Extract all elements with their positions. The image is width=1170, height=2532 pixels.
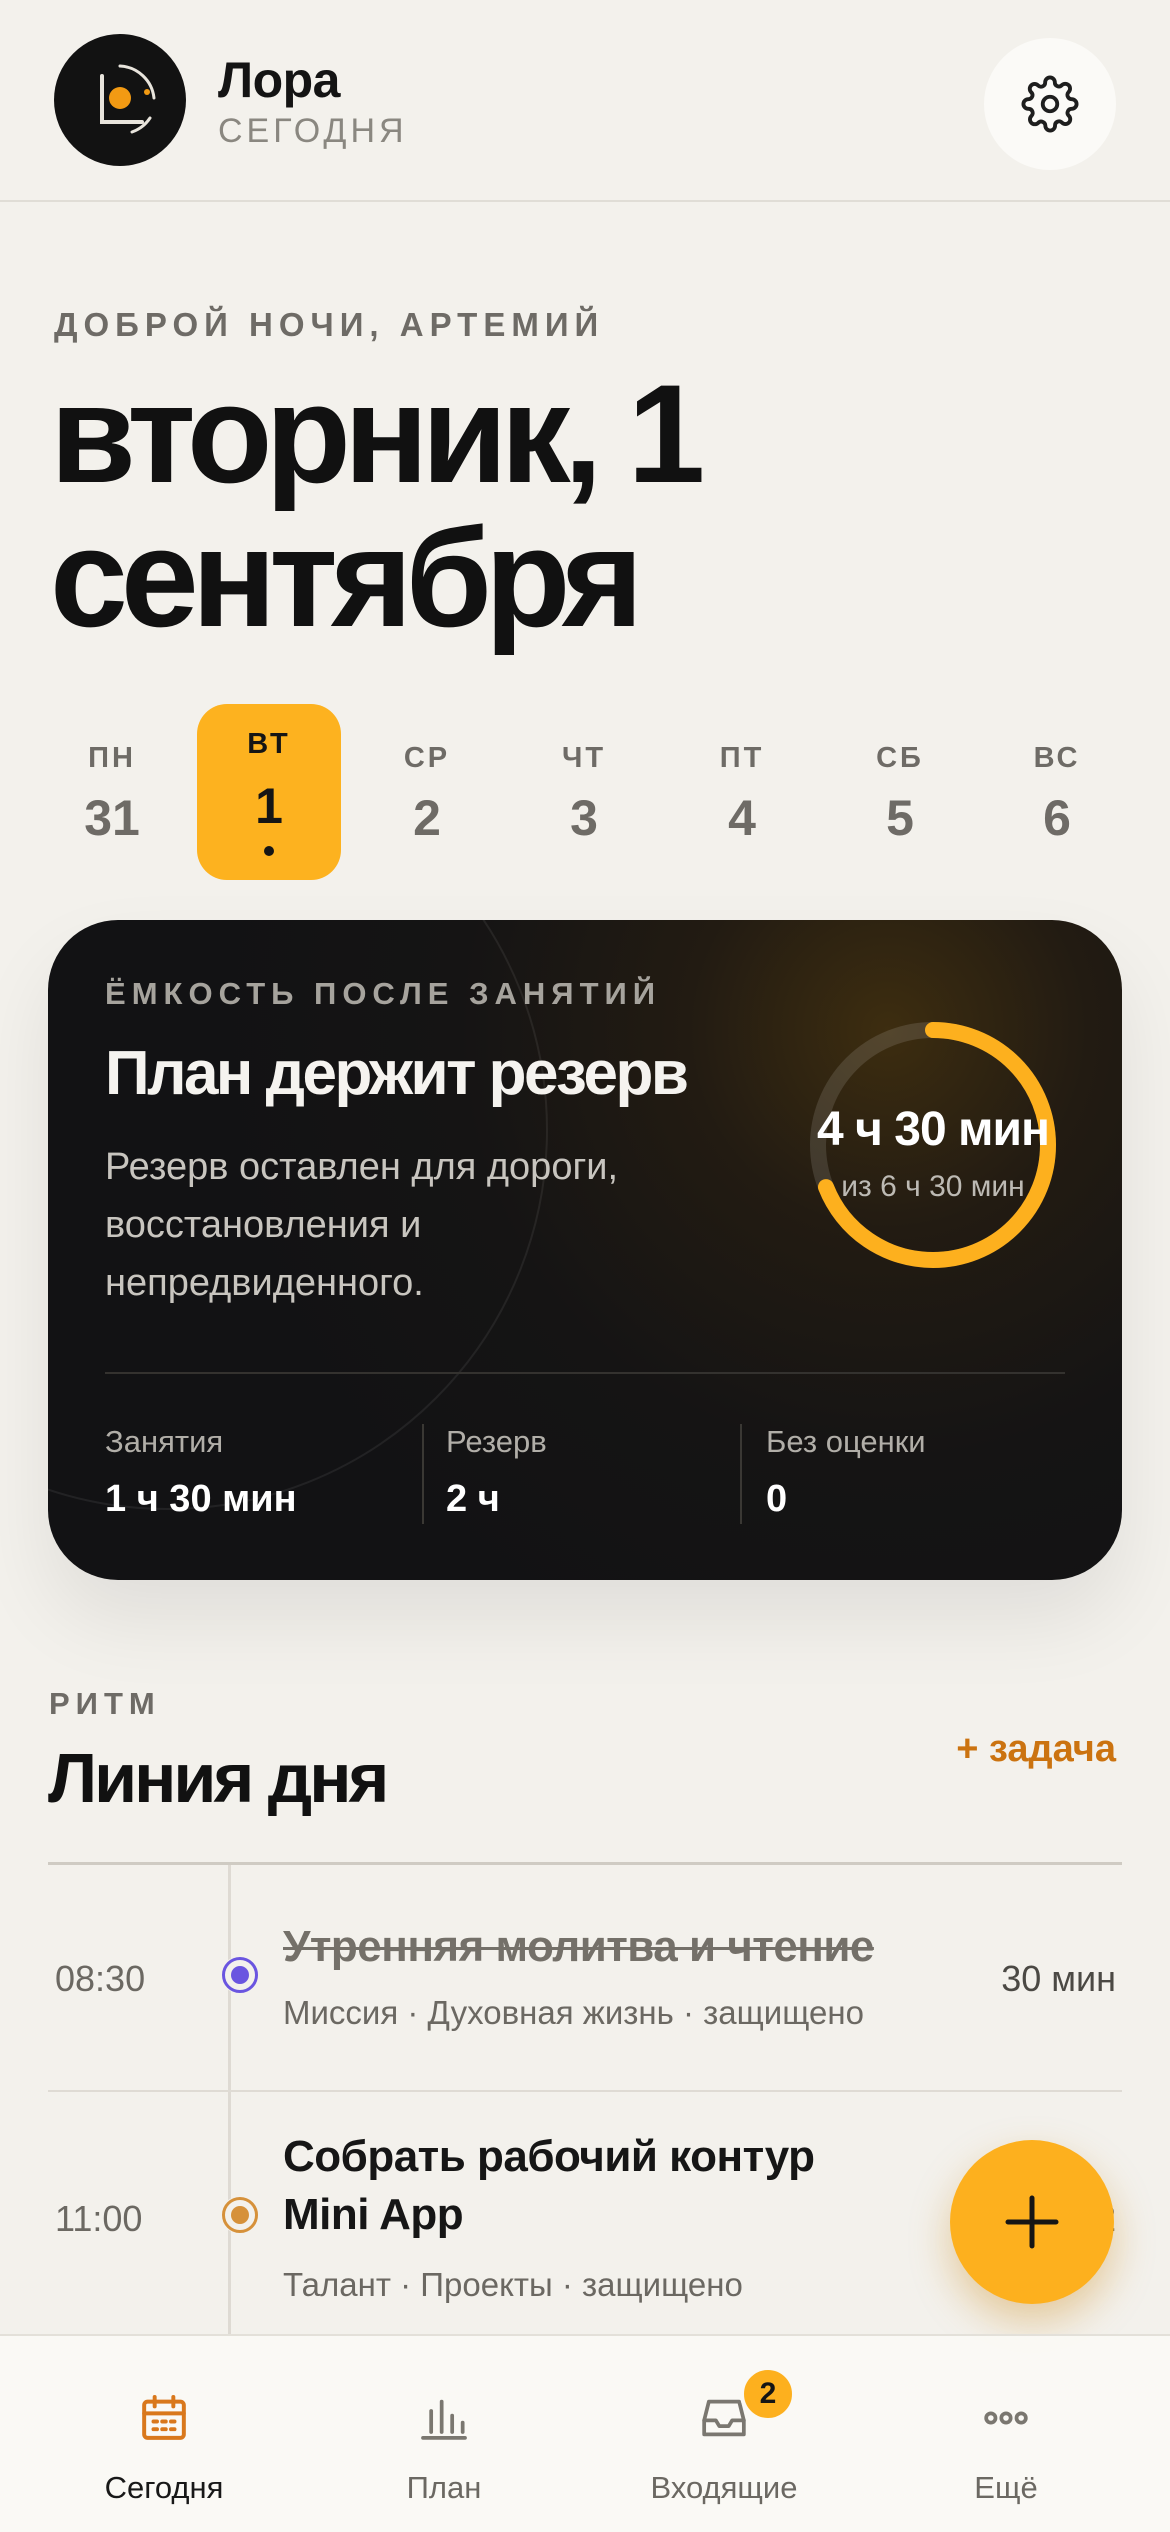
stat-label: Резерв xyxy=(446,1424,547,1459)
calendar-icon xyxy=(142,2395,186,2440)
bottom-nav: Сегодня План 2 Входящие Ещё xyxy=(0,2334,1170,2532)
app-title-block: Лора СЕГОДНЯ xyxy=(218,51,408,153)
day-name: ПН xyxy=(88,742,136,774)
day-number: 6 xyxy=(1043,790,1071,846)
timeline-item-title-line1[interactable]: Собрать рабочий контур xyxy=(283,2132,815,2182)
capacity-ring: 4 ч 30 мин из 6 ч 30 мин xyxy=(800,1012,1066,1278)
day-sun[interactable]: ВС 6 xyxy=(985,704,1129,880)
capacity-label: ЁМКОСТЬ ПОСЛЕ ЗАНЯТИЙ xyxy=(105,976,662,1011)
day-name: ЧТ xyxy=(561,742,607,774)
plus-icon xyxy=(1005,2195,1059,2249)
card-divider xyxy=(105,1372,1065,1374)
stat-value: 2 ч xyxy=(446,1478,500,1520)
timeline-time: 08:30 xyxy=(55,1958,146,1999)
timeline-item-title[interactable]: Утренняя молитва и чтение xyxy=(283,1922,874,1972)
app-subtitle: СЕГОДНЯ xyxy=(218,112,408,150)
stat-lessons: Занятия 1 ч 30 мин xyxy=(105,1424,297,1521)
greeting-text: ДОБРОЙ НОЧИ, АРТЕМИЙ xyxy=(54,306,605,343)
timeline-item-duration: 30 мин xyxy=(1001,1958,1116,1999)
day-tue-selected[interactable]: ВТ 1 xyxy=(197,704,341,880)
stat-value: 0 xyxy=(766,1478,788,1520)
nav-label: Входящие xyxy=(650,2470,798,2505)
stat-reserve: Резерв 2 ч xyxy=(446,1424,547,1521)
nav-plan[interactable]: План xyxy=(298,2336,590,2532)
day-fri[interactable]: ПТ 4 xyxy=(670,704,814,880)
day-name: СБ xyxy=(876,742,924,774)
day-number: 2 xyxy=(413,790,441,846)
timeline-top-divider xyxy=(48,1862,1122,1865)
nav-today[interactable]: Сегодня xyxy=(18,2336,310,2532)
stat-label: Занятия xyxy=(105,1424,224,1459)
nav-inbox[interactable]: 2 Входящие xyxy=(578,2336,870,2532)
section-kicker: РИТМ xyxy=(49,1686,161,1721)
day-sat[interactable]: СБ 5 xyxy=(828,704,972,880)
day-name: ВТ xyxy=(247,728,291,760)
more-icon xyxy=(984,2411,1028,2425)
stat-unrated: Без оценки 0 xyxy=(766,1424,926,1521)
page-title: вторник, 1 сентября xyxy=(50,355,705,656)
day-name: ВС xyxy=(1033,742,1081,774)
day-number: 3 xyxy=(570,790,598,846)
add-task-button[interactable]: + задача xyxy=(956,1728,1116,1771)
day-thu[interactable]: ЧТ 3 xyxy=(512,704,656,880)
day-number: 4 xyxy=(728,790,756,846)
orbit-logo-icon xyxy=(54,34,186,166)
capacity-card[interactable]: ЁМКОСТЬ ПОСЛЕ ЗАНЯТИЙ План держит резерв… xyxy=(48,920,1122,1580)
day-number: 31 xyxy=(84,790,140,846)
bar-chart-icon xyxy=(421,2399,467,2440)
add-fab-button[interactable] xyxy=(950,2140,1114,2304)
day-name: СР xyxy=(403,742,451,774)
nav-label: Ещё xyxy=(974,2470,1038,2505)
day-number: 1 xyxy=(255,778,283,834)
nav-label: Сегодня xyxy=(104,2470,224,2505)
nav-more[interactable]: Ещё xyxy=(860,2336,1152,2532)
day-number: 5 xyxy=(886,790,914,846)
stat-separator xyxy=(422,1424,424,1524)
timeline-item-title-line2[interactable]: Mini App xyxy=(283,2190,464,2240)
talent-dot-icon xyxy=(221,2196,259,2234)
day-name: ПТ xyxy=(719,742,765,774)
settings-button[interactable] xyxy=(984,38,1116,170)
capacity-remaining: 4 ч 30 мин xyxy=(817,1103,1050,1156)
capacity-title: План держит резерв xyxy=(105,1039,689,1108)
stat-label: Без оценки xyxy=(766,1424,926,1459)
app-header: Лора СЕГОДНЯ xyxy=(0,0,1170,202)
timeline-item-meta: Талант · Проекты · защищено xyxy=(283,2266,743,2303)
stat-value: 1 ч 30 мин xyxy=(105,1478,297,1520)
day-mon[interactable]: ПН 31 xyxy=(40,704,184,880)
capacity-total: из 6 ч 30 мин xyxy=(841,1170,1025,1203)
inbox-badge: 2 xyxy=(740,2366,796,2422)
mission-dot-icon xyxy=(221,1956,259,1994)
timeline-line xyxy=(228,1865,231,2335)
timeline-item-meta: Миссия · Духовная жизнь · защищено xyxy=(283,1994,864,2031)
event-dot xyxy=(264,846,274,856)
section-title: Линия дня xyxy=(48,1739,389,1817)
capacity-description: Резерв оставлен для дороги, восстановлен… xyxy=(105,1146,619,1304)
day-wed[interactable]: СР 2 xyxy=(355,704,499,880)
timeline-time: 11:00 xyxy=(55,2198,143,2239)
nav-label: План xyxy=(406,2470,482,2505)
week-strip: ПН 31 ВТ 1 СР 2 ЧТ 3 ПТ 4 СБ 5 ВС 6 xyxy=(40,704,1130,880)
gear-icon xyxy=(1021,75,1079,133)
stat-separator xyxy=(740,1424,742,1524)
timeline-row-divider xyxy=(48,2090,1122,2092)
app-name: Лора xyxy=(218,52,340,108)
